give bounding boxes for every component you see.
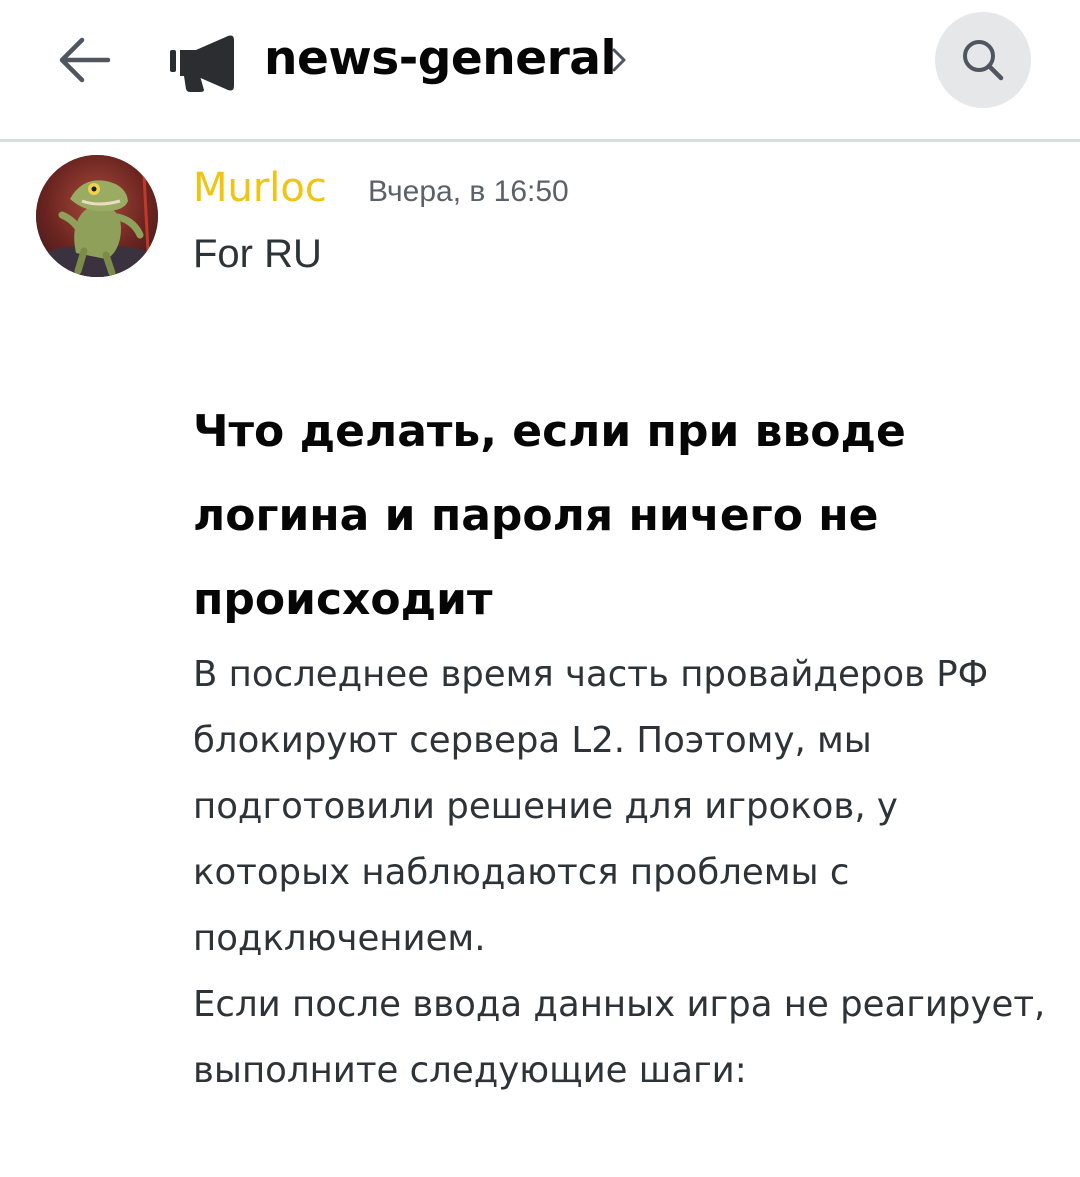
header-divider bbox=[0, 139, 1080, 142]
message-first-line: For RU bbox=[193, 232, 322, 276]
chevron-right-icon[interactable] bbox=[608, 40, 632, 80]
search-icon bbox=[963, 40, 1004, 81]
arrow-left-icon bbox=[59, 37, 111, 83]
channel-name[interactable]: news-general bbox=[264, 26, 617, 92]
avatar[interactable] bbox=[36, 155, 158, 277]
channel-header: news-general bbox=[0, 0, 1080, 142]
back-button[interactable] bbox=[52, 28, 116, 92]
megaphone-icon bbox=[170, 35, 234, 92]
message-author[interactable]: Murloc bbox=[193, 162, 327, 214]
murloc-avatar-image bbox=[36, 155, 158, 277]
search-button[interactable] bbox=[935, 12, 1031, 108]
message-paragraph: В последнее время часть провайдеров РФ б… bbox=[193, 654, 989, 959]
message-heading: Что делать, если при вводе логина и паро… bbox=[193, 406, 906, 625]
message-timestamp: Вчера, в 16:50 bbox=[368, 175, 569, 208]
message-paragraph: Если после ввода данных игра не реагируе… bbox=[193, 984, 1046, 1091]
message-body: В последнее время часть провайдеров РФ б… bbox=[193, 642, 1053, 1104]
